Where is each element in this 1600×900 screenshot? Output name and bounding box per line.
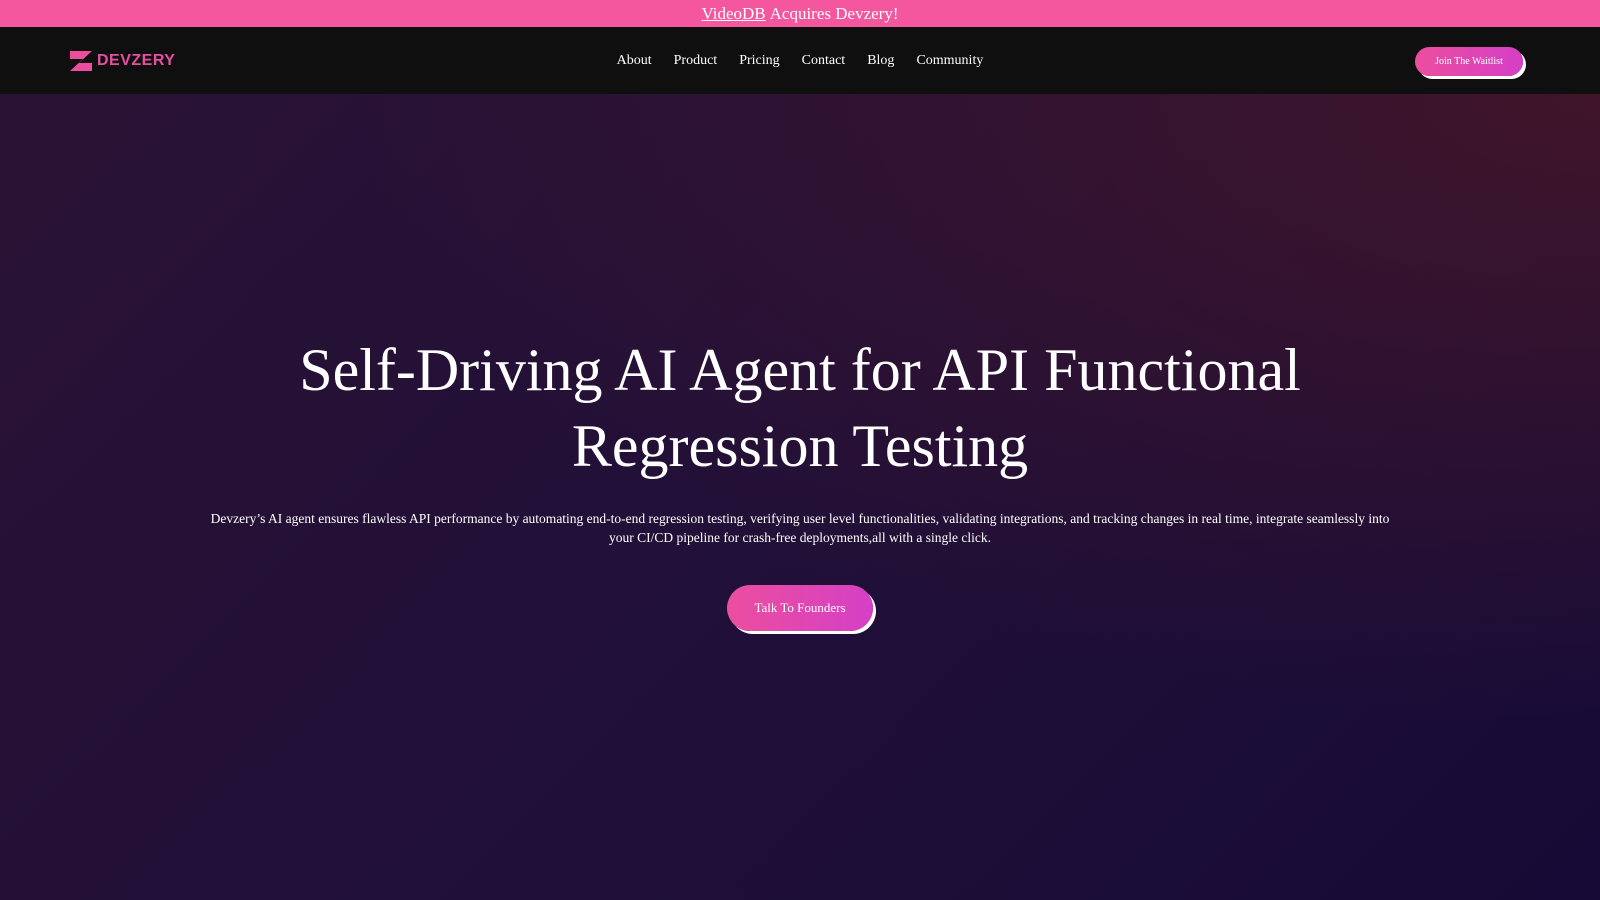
nav-community[interactable]: Community bbox=[905, 53, 994, 69]
z-logo-icon bbox=[70, 51, 92, 71]
announcement-link[interactable]: VideoDB bbox=[702, 4, 766, 24]
talk-to-founders-button[interactable]: Talk To Founders bbox=[727, 585, 873, 631]
nav-about[interactable]: About bbox=[606, 53, 663, 69]
brand-name: DEVZERY bbox=[97, 52, 176, 69]
nav-product[interactable]: Product bbox=[663, 53, 729, 69]
main-nav: About Product Pricing Contact Blog Commu… bbox=[0, 27, 1600, 94]
hero-description: Devzery’s AI agent ensures flawless API … bbox=[210, 511, 1390, 545]
brand-logo[interactable]: DEVZERY bbox=[68, 48, 175, 74]
hero-section: Self-Driving AI Agent for API Functional… bbox=[0, 94, 1600, 900]
nav-contact[interactable]: Contact bbox=[791, 53, 857, 69]
nav-blog[interactable]: Blog bbox=[856, 53, 905, 69]
join-waitlist-button[interactable]: Join The Waitlist bbox=[1415, 47, 1523, 76]
announcement-bar: VideoDB Acquires Devzery! bbox=[0, 0, 1600, 27]
navbar: DEVZERY About Product Pricing Contact Bl… bbox=[0, 27, 1600, 94]
nav-pricing[interactable]: Pricing bbox=[728, 53, 790, 69]
hero-headline: Self-Driving AI Agent for API Functional… bbox=[299, 337, 1301, 479]
announcement-text: Acquires Devzery! bbox=[769, 3, 899, 23]
